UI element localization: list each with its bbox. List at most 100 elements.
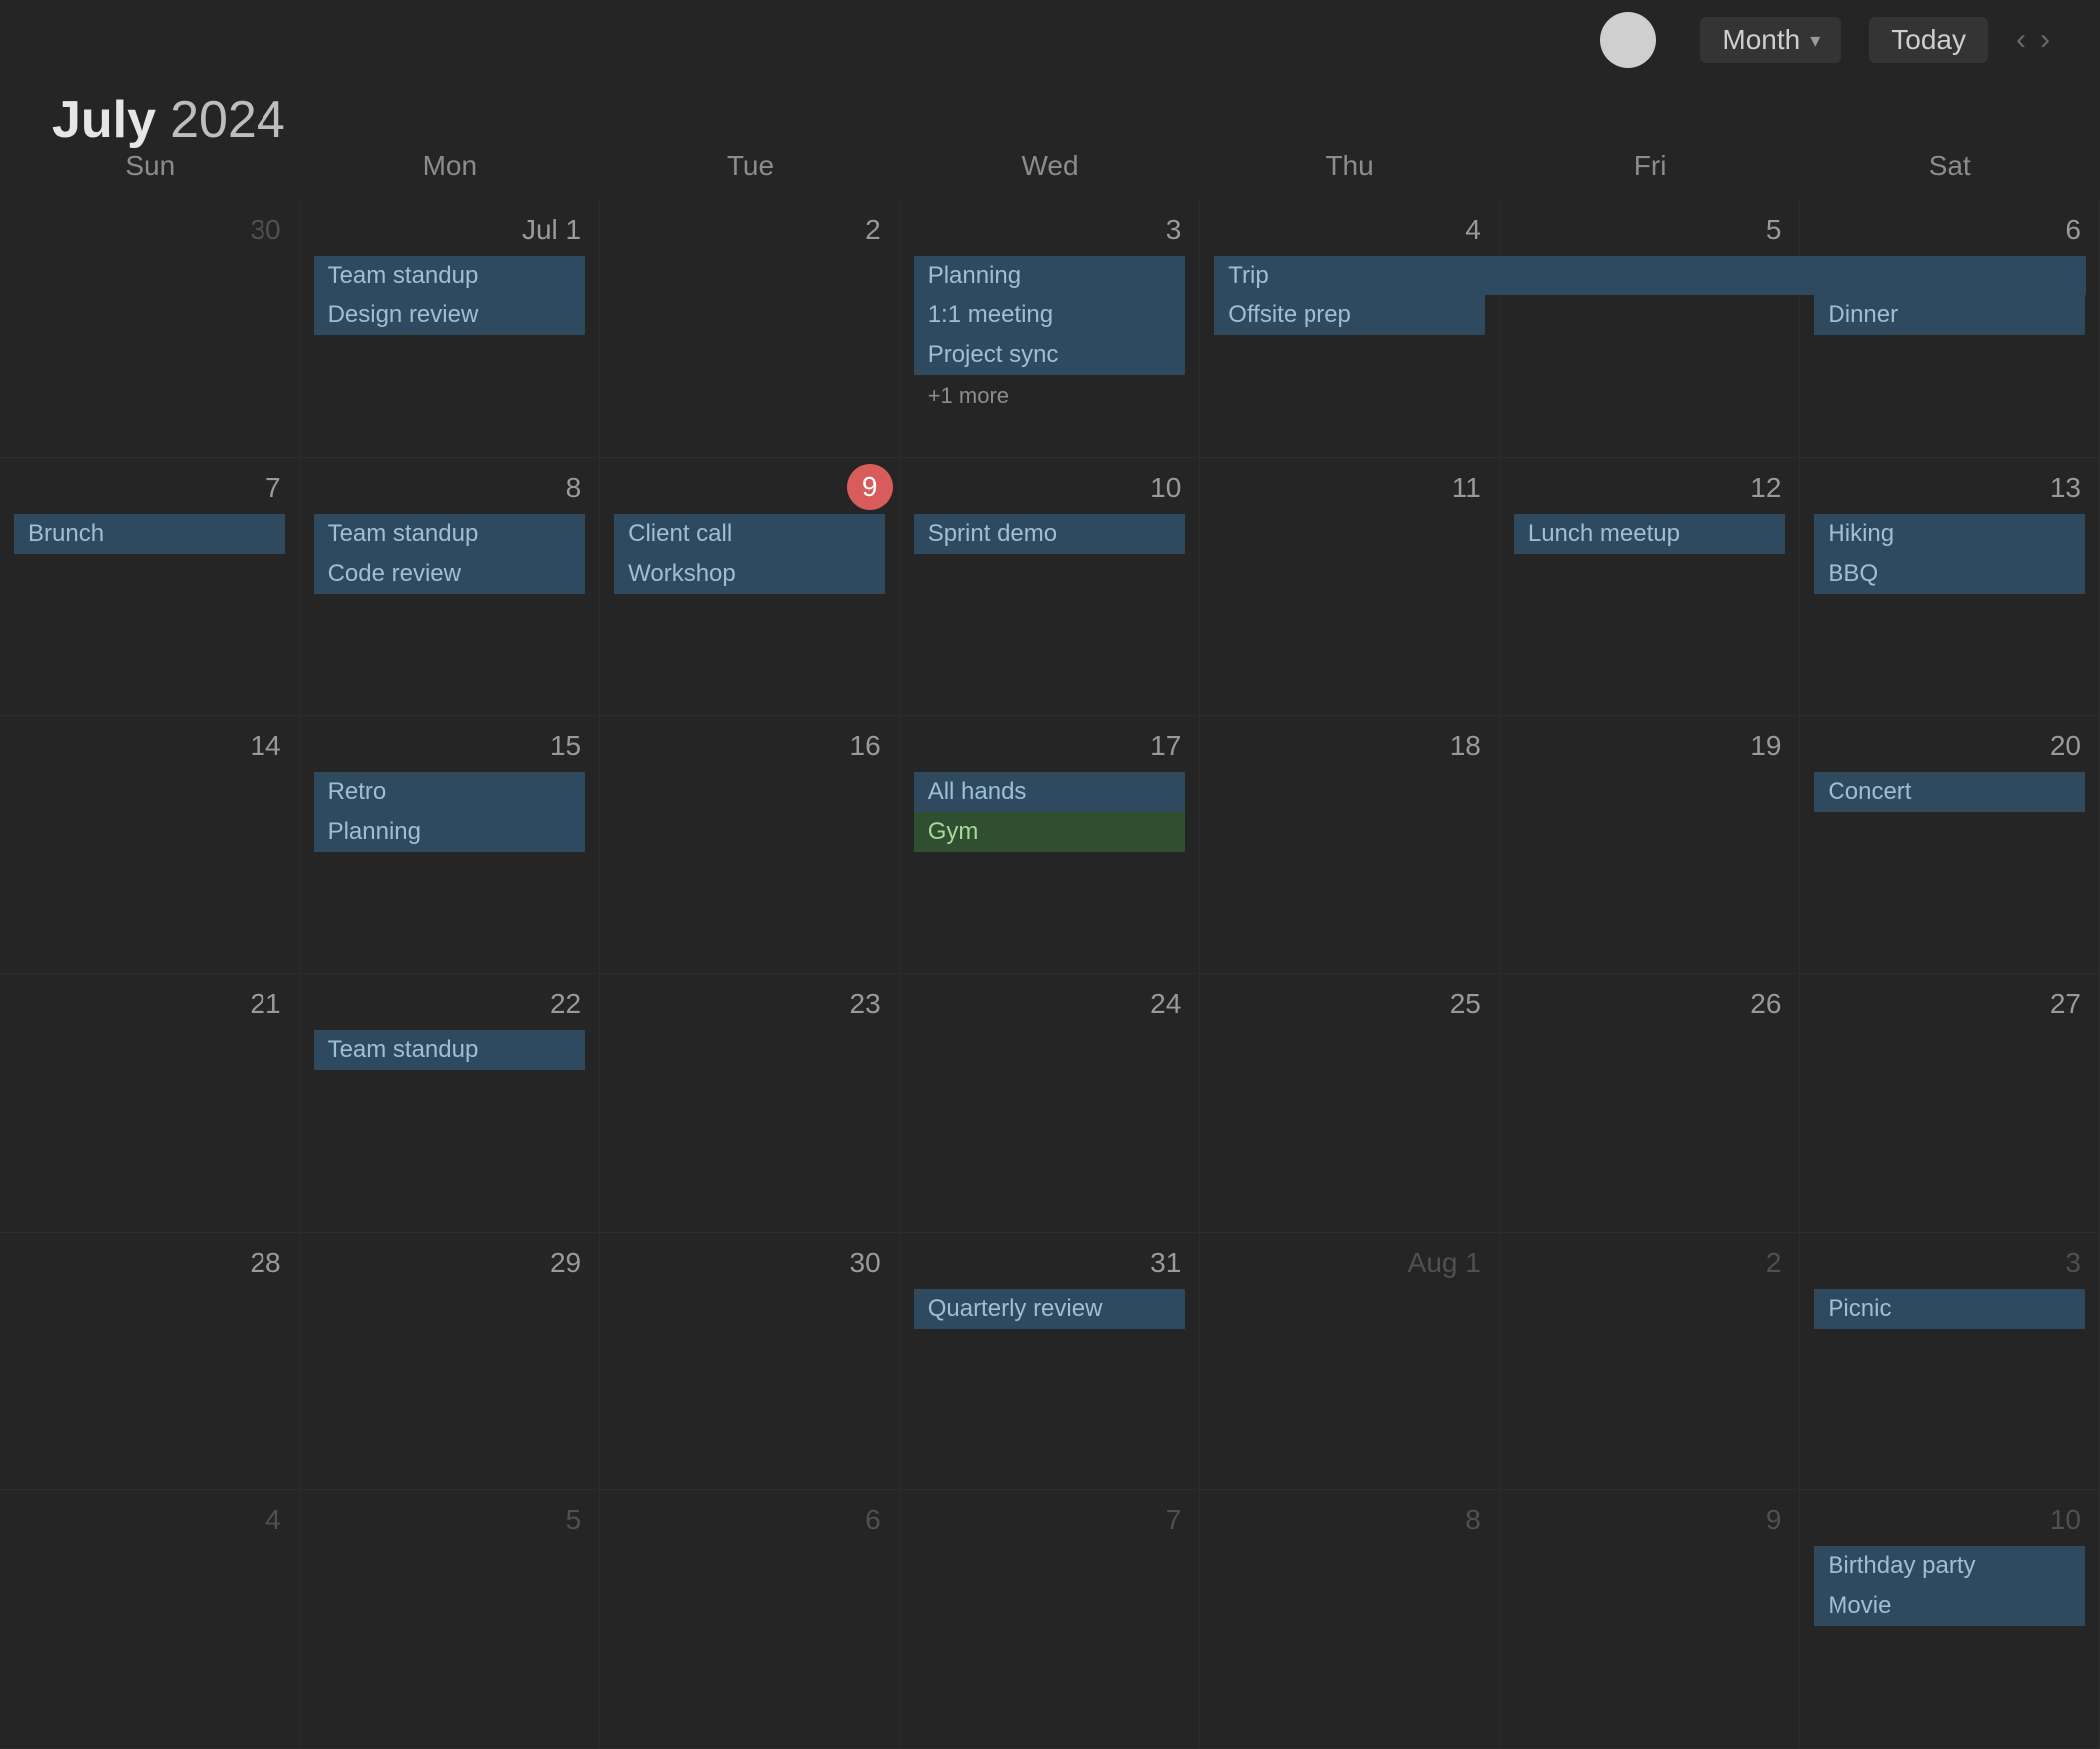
day-cell[interactable]: 19 bbox=[1499, 716, 1801, 974]
day-cell[interactable]: 5 bbox=[1499, 200, 1801, 458]
event-chip[interactable]: All hands bbox=[913, 772, 1186, 813]
day-cell[interactable]: 14 bbox=[0, 716, 300, 974]
day-number[interactable]: 31 bbox=[1150, 1247, 1181, 1279]
day-cell[interactable]: 28 bbox=[0, 1232, 300, 1491]
day-cell[interactable]: 8 bbox=[1200, 1490, 1500, 1749]
event-chip[interactable]: Code review bbox=[313, 553, 586, 594]
event-chip[interactable]: Retro bbox=[313, 772, 586, 813]
day-number[interactable]: 3 bbox=[2065, 1247, 2081, 1279]
day-number[interactable]: 8 bbox=[566, 472, 582, 504]
day-number[interactable]: 10 bbox=[1150, 472, 1181, 504]
event-chip[interactable]: Picnic bbox=[1814, 1288, 2085, 1329]
day-number[interactable]: 7 bbox=[1166, 1504, 1182, 1536]
day-number[interactable]: 6 bbox=[2065, 214, 2081, 246]
day-cell[interactable]: 7 Brunch bbox=[0, 457, 300, 717]
day-number[interactable]: 14 bbox=[250, 730, 280, 762]
day-number[interactable]: 5 bbox=[566, 1504, 582, 1536]
day-cell[interactable]: 10 Birthday party Movie bbox=[1800, 1490, 2100, 1749]
day-cell[interactable]: 6 bbox=[600, 1490, 900, 1749]
day-cell[interactable]: 16 bbox=[600, 716, 900, 974]
event-chip[interactable]: BBQ bbox=[1814, 553, 2085, 594]
avatar[interactable] bbox=[1600, 12, 1657, 68]
event-chip[interactable]: Team standup bbox=[313, 1029, 586, 1070]
day-cell[interactable]: 4 bbox=[0, 1490, 300, 1749]
day-number[interactable]: 2 bbox=[1766, 1247, 1782, 1279]
day-number[interactable]: 17 bbox=[1150, 730, 1181, 762]
view-select-button[interactable]: Month ▾ bbox=[1700, 17, 1842, 63]
day-number[interactable]: 29 bbox=[550, 1247, 581, 1279]
event-chip[interactable]: Project sync bbox=[913, 335, 1186, 375]
day-number[interactable]: 12 bbox=[1750, 472, 1781, 504]
event-chip[interactable]: Concert bbox=[1814, 772, 2085, 813]
multi-day-event[interactable]: Trip bbox=[1214, 256, 2086, 295]
day-cell[interactable]: 26 bbox=[1499, 973, 1801, 1233]
event-chip[interactable]: Workshop bbox=[614, 553, 885, 594]
day-cell[interactable]: Aug 1 bbox=[1200, 1232, 1500, 1491]
day-number[interactable]: 25 bbox=[1450, 988, 1481, 1020]
day-number[interactable]: Aug 1 bbox=[1408, 1247, 1481, 1279]
day-number[interactable]: 21 bbox=[250, 988, 280, 1020]
day-cell[interactable]: 3 Picnic bbox=[1800, 1232, 2100, 1491]
event-chip[interactable]: Hiking bbox=[1814, 513, 2085, 554]
day-cell[interactable]: 5 bbox=[299, 1490, 601, 1749]
day-cell[interactable]: 11 bbox=[1200, 457, 1500, 717]
day-number[interactable]: 19 bbox=[1750, 730, 1781, 762]
day-cell[interactable]: 24 bbox=[899, 973, 1201, 1233]
event-chip[interactable]: Offsite prep bbox=[1214, 295, 1485, 335]
day-cell[interactable]: 29 bbox=[299, 1232, 601, 1491]
day-cell[interactable]: 20 Concert bbox=[1800, 716, 2100, 974]
day-cell[interactable]: 31 Quarterly review bbox=[899, 1232, 1201, 1491]
day-cell[interactable]: 2 bbox=[1499, 1232, 1801, 1491]
day-number[interactable]: 4 bbox=[265, 1504, 281, 1536]
day-cell[interactable]: 23 bbox=[600, 973, 900, 1233]
day-number[interactable]: 15 bbox=[550, 730, 581, 762]
day-cell[interactable]: 18 bbox=[1200, 716, 1500, 974]
day-cell[interactable]: 25 bbox=[1200, 973, 1500, 1233]
event-chip[interactable]: Movie bbox=[1814, 1586, 2085, 1627]
day-cell[interactable]: Jul 1 Team standup Design review bbox=[299, 200, 601, 458]
day-number[interactable]: 7 bbox=[265, 472, 281, 504]
day-number[interactable]: 2 bbox=[865, 214, 881, 246]
day-number[interactable]: 5 bbox=[1766, 214, 1782, 246]
day-cell[interactable]: 4 Offsite prep bbox=[1200, 200, 1500, 458]
day-number[interactable]: 6 bbox=[865, 1504, 881, 1536]
day-cell[interactable]: 21 bbox=[0, 973, 300, 1233]
event-chip[interactable]: Planning bbox=[313, 812, 586, 853]
event-chip[interactable]: Brunch bbox=[14, 513, 285, 554]
event-chip[interactable]: Client call bbox=[614, 513, 885, 554]
day-cell[interactable]: 17 All hands Gym bbox=[899, 716, 1201, 974]
day-number[interactable]: 27 bbox=[2050, 988, 2081, 1020]
day-cell[interactable]: 7 bbox=[899, 1490, 1201, 1749]
event-chip[interactable]: Design review bbox=[313, 295, 586, 335]
event-chip[interactable]: Planning bbox=[913, 256, 1186, 295]
day-cell[interactable]: 30 bbox=[600, 1232, 900, 1491]
day-number[interactable]: 22 bbox=[550, 988, 581, 1020]
event-chip[interactable]: Team standup bbox=[313, 256, 586, 295]
event-chip[interactable]: Team standup bbox=[313, 513, 586, 554]
day-number[interactable]: 24 bbox=[1150, 988, 1181, 1020]
event-chip[interactable]: Dinner bbox=[1814, 295, 2085, 335]
day-cell[interactable]: 15 Retro Planning bbox=[299, 716, 601, 974]
day-number[interactable]: 8 bbox=[1465, 1504, 1481, 1536]
day-cell[interactable]: 22 Team standup bbox=[299, 973, 601, 1233]
day-number[interactable]: 18 bbox=[1450, 730, 1481, 762]
today-day-number[interactable]: 9 bbox=[846, 463, 893, 510]
event-chip[interactable]: Lunch meetup bbox=[1513, 513, 1786, 554]
day-cell[interactable]: 13 Hiking BBQ bbox=[1800, 457, 2100, 717]
event-chip[interactable]: Sprint demo bbox=[913, 513, 1186, 554]
day-cell[interactable]: 30 bbox=[0, 200, 300, 458]
event-chip[interactable]: 1:1 meeting bbox=[913, 295, 1186, 335]
day-number[interactable]: 10 bbox=[2050, 1504, 2081, 1536]
day-number[interactable]: 26 bbox=[1750, 988, 1781, 1020]
day-cell[interactable]: 6 Dinner bbox=[1800, 200, 2100, 458]
day-number[interactable]: 28 bbox=[250, 1247, 280, 1279]
today-button[interactable]: Today bbox=[1869, 17, 1988, 63]
day-cell[interactable]: 10 Sprint demo bbox=[899, 457, 1201, 717]
day-number[interactable]: 9 bbox=[1766, 1504, 1782, 1536]
day-number[interactable]: 3 bbox=[1166, 214, 1182, 246]
day-number[interactable]: 16 bbox=[850, 730, 881, 762]
day-cell[interactable]: 9 bbox=[1499, 1490, 1801, 1749]
prev-month-icon[interactable]: ‹ bbox=[2016, 23, 2040, 56]
day-number[interactable]: 13 bbox=[2050, 472, 2081, 504]
day-cell[interactable]: 27 bbox=[1800, 973, 2100, 1233]
